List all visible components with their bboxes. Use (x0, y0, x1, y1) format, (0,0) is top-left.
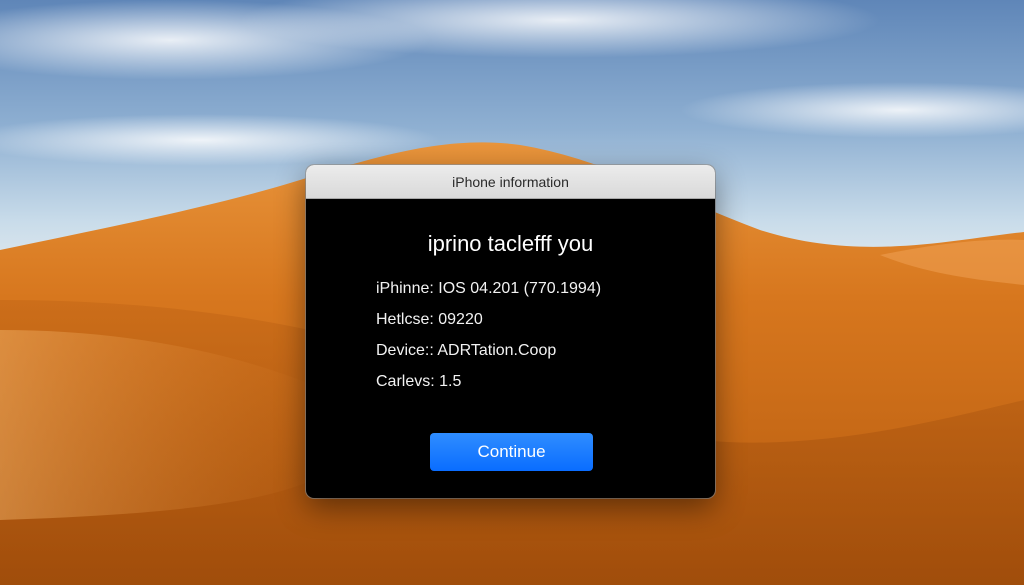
info-row-iphone: iPhinne: IOS 04.201 (770.1994) (376, 280, 602, 297)
info-list: iPhinne: IOS 04.201 (770.1994) Hetlcse: … (376, 279, 601, 403)
dialog-content: iprino taclefff you iPhinne: IOS 04.201 … (306, 199, 715, 498)
dialog-title: iPhone information (452, 173, 569, 190)
continue-button[interactable]: Continue (430, 433, 593, 471)
info-row-hetlcse: Hetlcse: 09220 (376, 311, 483, 328)
dialog-heading: iprino taclefff you (427, 231, 594, 256)
iphone-information-dialog: iPhone information iprino taclefff you i… (306, 165, 715, 498)
dialog-titlebar[interactable]: iPhone information (306, 165, 715, 199)
info-row-carlevs: Carlevs: 1.5 (376, 373, 462, 390)
info-row-device: Device:: ADRTation.Coop (376, 342, 557, 359)
